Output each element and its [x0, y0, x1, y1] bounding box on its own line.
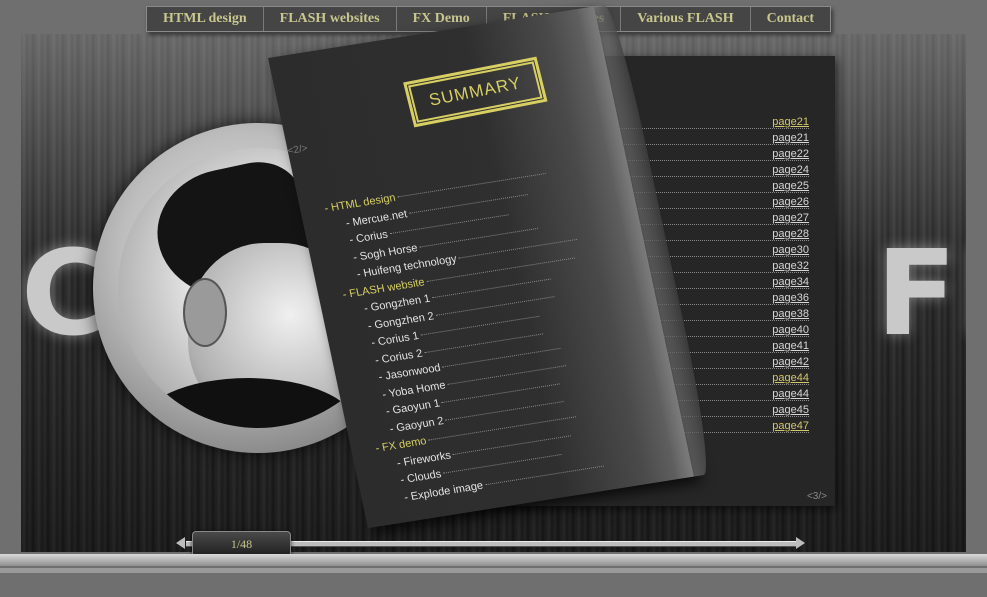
nav-various-flash[interactable]: Various FLASH	[621, 7, 751, 31]
toc-page-link[interactable]: page21	[771, 116, 809, 128]
toc-page-link[interactable]: page34	[771, 276, 809, 288]
toc-page-link[interactable]: page45	[771, 404, 809, 416]
summary-entry-label: - Clouds	[399, 468, 443, 487]
toc-page-link[interactable]: page27	[771, 212, 809, 224]
toc-page-link[interactable]: page40	[771, 324, 809, 336]
bottom-bar	[0, 554, 987, 566]
toc-page-link[interactable]: page47	[771, 420, 809, 432]
toc-page-link[interactable]: page24	[771, 164, 809, 176]
summary-entry-label: - FX demo	[374, 435, 428, 455]
toc-page-link[interactable]: page30	[771, 244, 809, 256]
page-number-right: <3/>	[806, 491, 827, 502]
bottom-bar-shadow	[0, 568, 987, 573]
prev-page-arrow-icon[interactable]	[176, 537, 185, 549]
summary-title: SUMMARY	[427, 73, 524, 110]
background-word-right: FR	[876, 224, 966, 362]
next-page-arrow-icon[interactable]	[796, 537, 805, 549]
nav-contact[interactable]: Contact	[751, 7, 830, 31]
summary-entry-label: - Corius 1	[370, 329, 420, 350]
toc-page-link[interactable]: page25	[771, 180, 809, 192]
toc-page-link[interactable]: page22	[771, 148, 809, 160]
toc-page-link[interactable]: page38	[771, 308, 809, 320]
page-number-left: <2/>	[286, 143, 309, 157]
toc-page-link[interactable]: page44	[771, 388, 809, 400]
summary-entry-label: - Corius 2	[373, 347, 424, 367]
summary-entry-label: - Corius	[348, 228, 389, 247]
toc-page-link[interactable]: page36	[771, 292, 809, 304]
toc-page-link[interactable]: page26	[771, 196, 809, 208]
summary-entry-label: - Gaoyun 2	[388, 414, 445, 435]
toc-page-link[interactable]: page41	[771, 340, 809, 352]
nav-flash-websites[interactable]: FLASH websites	[264, 7, 397, 31]
toc-page-link[interactable]: page44	[771, 372, 809, 384]
nav-html-design[interactable]: HTML design	[147, 7, 264, 31]
toc-page-link[interactable]: page42	[771, 356, 809, 368]
toc-page-link[interactable]: page21	[771, 132, 809, 144]
summary-entry-label: - Fireworks	[395, 448, 452, 470]
toc-page-link[interactable]: page32	[771, 260, 809, 272]
summary-title-box: SUMMARY	[403, 56, 548, 128]
toc-page-link[interactable]: page28	[771, 228, 809, 240]
summary-entry-label: - Gaoyun 1	[384, 397, 442, 418]
